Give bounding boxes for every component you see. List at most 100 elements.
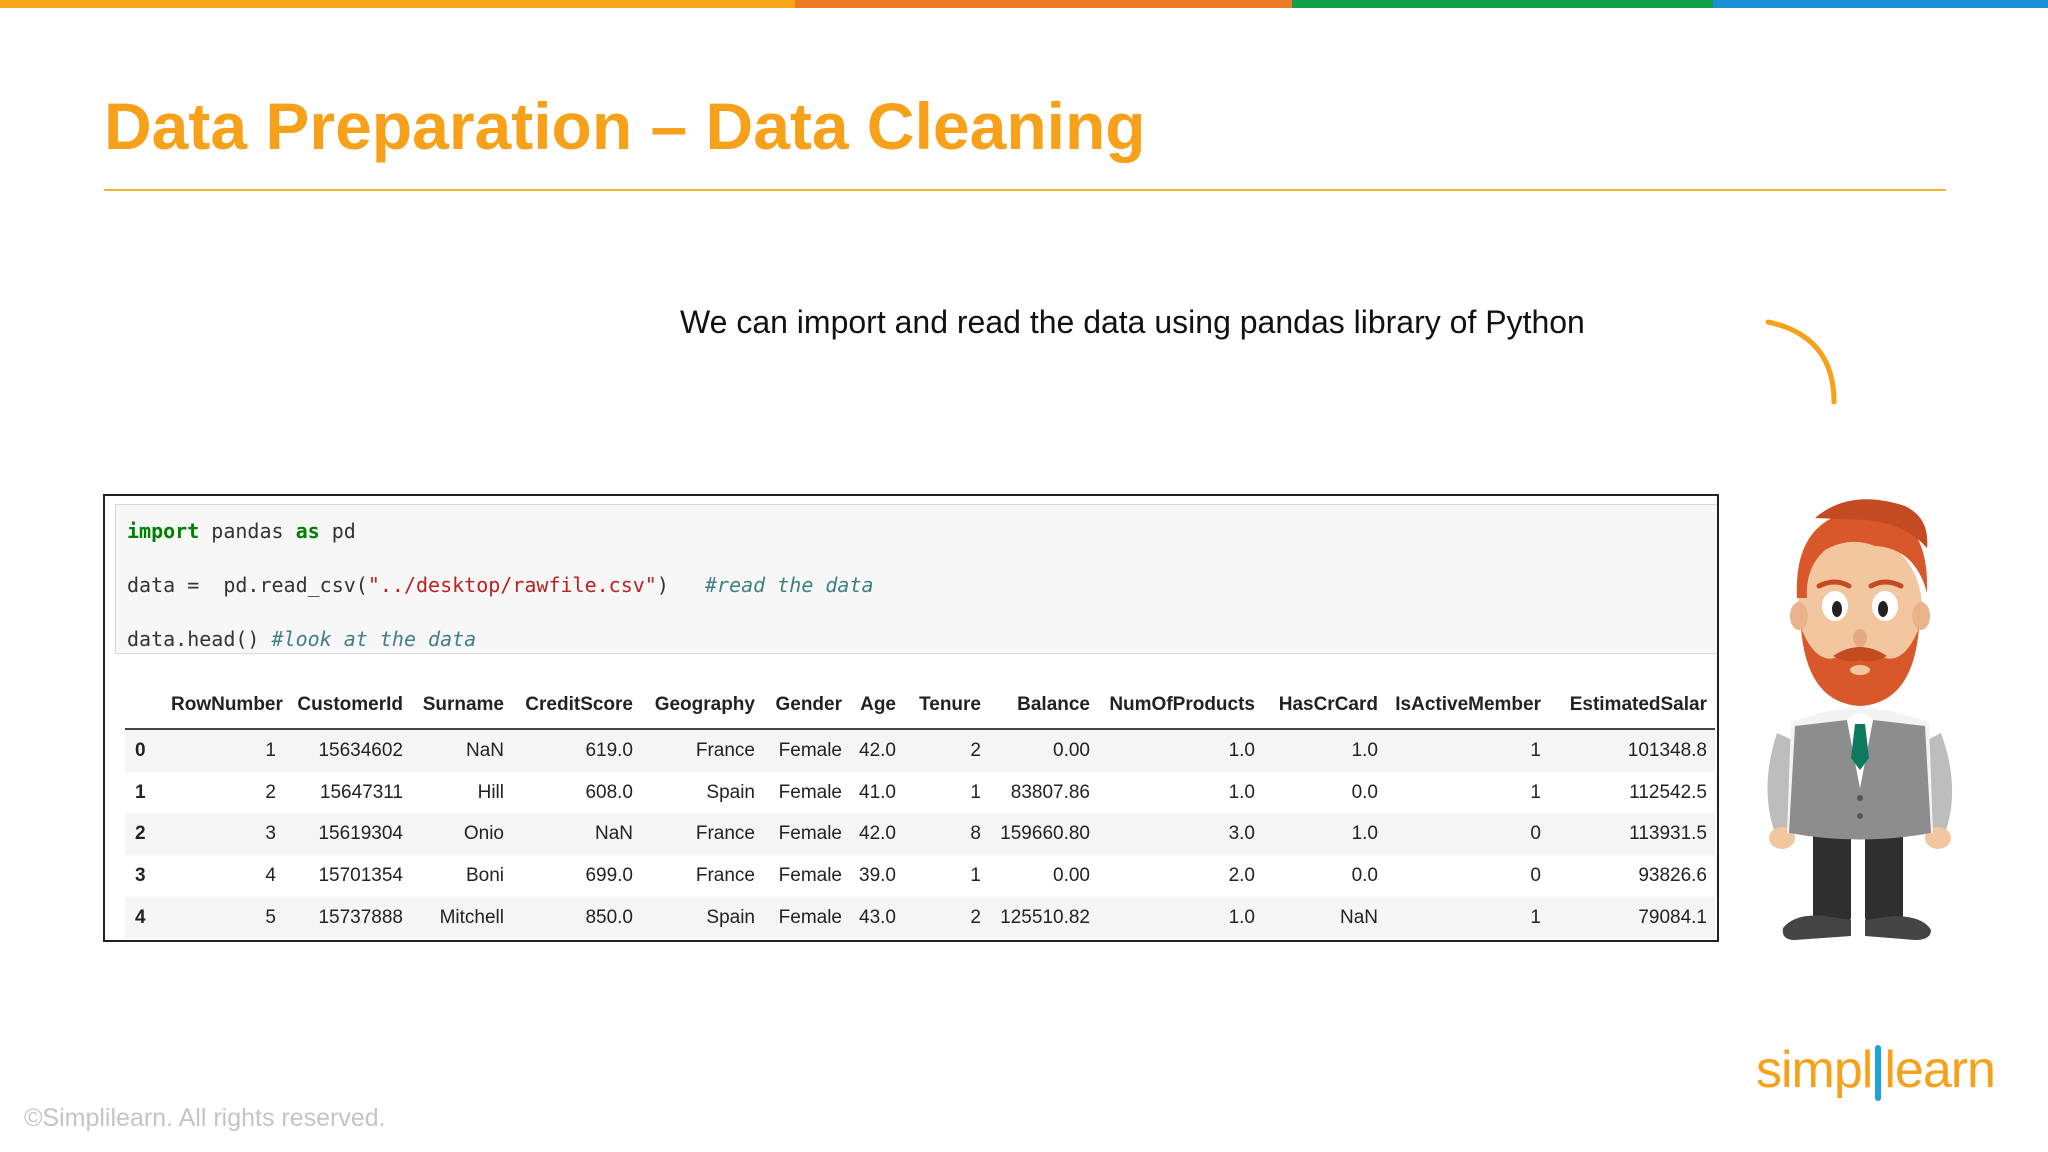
notebook-panel: import pandas as pd data = pd.read_csv("… — [103, 494, 1719, 942]
code-comment: #look at the data — [271, 627, 477, 651]
table-cell: 699.0 — [585, 864, 633, 886]
table-cell: 1.0 — [1228, 781, 1255, 803]
column-header: Surname — [411, 682, 512, 730]
table-cell: 4 — [265, 864, 276, 886]
top-bar-segment-orange — [0, 0, 795, 8]
table-cell: 39.0 — [859, 864, 896, 886]
table-row: 3 4 15701354 Boni 699.0 France Female 39… — [125, 855, 1715, 897]
logo-text-left: simpl — [1756, 1041, 1873, 1099]
column-header: Balance — [989, 682, 1098, 730]
table-cell: NaN — [465, 739, 504, 761]
table-row: 1 2 15647311 Hill 608.0 Spain Female 41.… — [125, 772, 1715, 814]
table-cell: 1 — [1530, 739, 1541, 761]
table-cell: 1 — [970, 781, 981, 803]
code-text: data = pd.read_csv( — [127, 573, 368, 597]
top-color-bar — [0, 0, 2048, 8]
column-header: Geography — [641, 682, 763, 730]
table-row: 4 5 15737888 Mitchell 850.0 Spain Female… — [125, 896, 1715, 939]
code-text: pd — [319, 519, 356, 543]
table-cell: 101348.8 — [1627, 739, 1707, 761]
table-cell: Mitchell — [439, 906, 504, 928]
table-cell: 2 — [265, 781, 276, 803]
table-cell: 1 — [1530, 781, 1541, 803]
table-cell: NaN — [594, 823, 633, 845]
table-cell: 79084.1 — [1638, 906, 1707, 928]
code-text: pandas — [199, 519, 296, 543]
slide-title: Data Preparation – Data Cleaning — [104, 89, 1146, 163]
row-index: 1 — [135, 781, 146, 803]
table-row: 2 3 15619304 Onio NaN France Female 42.0… — [125, 813, 1715, 856]
table-cell: 2.0 — [1228, 864, 1255, 886]
row-index: 0 — [135, 739, 146, 761]
code-keyword-import: import — [127, 519, 200, 543]
code-cell[interactable]: import pandas as pd data = pd.read_csv("… — [115, 504, 1717, 654]
code-comment: #read the data — [704, 573, 874, 597]
table-cell: France — [695, 823, 755, 845]
column-header: Gender — [763, 682, 850, 730]
table-cell: Boni — [465, 864, 504, 886]
cartoon-presenter-illustration — [1767, 499, 1953, 940]
table-cell: 608.0 — [585, 781, 633, 803]
table-cell: 3 — [265, 823, 276, 845]
code-line-read-csv: data = pd.read_csv("../desktop/rawfile.c… — [127, 573, 874, 597]
top-bar-segment-green — [1292, 0, 1713, 8]
top-bar-segment-dark-orange — [795, 0, 1292, 8]
code-keyword-as: as — [295, 519, 320, 543]
copyright-text: ©Simplilearn. All rights reserved. — [24, 1104, 386, 1132]
column-header: EstimatedSalar — [1549, 682, 1715, 730]
table-cell: 3.0 — [1228, 823, 1255, 845]
table-cell: 0.00 — [1053, 739, 1090, 761]
table-cell: Female — [778, 823, 842, 845]
row-index: 4 — [135, 906, 146, 928]
table-cell: 619.0 — [585, 739, 633, 761]
table-cell: Female — [778, 864, 842, 886]
table-cell: 1.0 — [1351, 823, 1378, 845]
column-header: CreditScore — [512, 682, 641, 730]
table-cell: Spain — [706, 781, 755, 803]
table-cell: 2 — [970, 906, 981, 928]
column-header: NumOfProducts — [1098, 682, 1263, 730]
column-header: CustomerId — [284, 682, 411, 730]
logo-text-right: learn — [1884, 1041, 1996, 1099]
table-cell: 0.00 — [1053, 864, 1090, 886]
table-cell: 15634602 — [318, 739, 403, 761]
slide-subtitle: We can import and read the data using pa… — [680, 304, 1585, 340]
top-bar-segment-blue — [1713, 0, 2048, 8]
column-header: IsActiveMember — [1386, 682, 1549, 730]
table-cell: France — [695, 864, 755, 886]
logo-bar — [1875, 1045, 1882, 1101]
code-string: "../desktop/rawfile.csv" — [367, 573, 657, 597]
column-header: RowNumber — [163, 682, 284, 730]
table-cell: 1.0 — [1228, 906, 1255, 928]
table-cell: 42.0 — [859, 739, 896, 761]
table-cell: Female — [778, 739, 842, 761]
table-cell: 15701354 — [318, 864, 403, 886]
table-cell: 15619304 — [318, 823, 403, 845]
table-cell: Spain — [706, 906, 755, 928]
column-header: Age — [850, 682, 904, 730]
table-header-row: RowNumber CustomerId Surname CreditScore… — [125, 682, 1715, 730]
code-text: data.head() — [127, 627, 272, 651]
simplilearn-logo: simpl learn — [1756, 1040, 1996, 1101]
column-header — [125, 682, 163, 730]
table-cell: 0 — [1530, 823, 1541, 845]
column-header: HasCrCard — [1263, 682, 1386, 730]
decorative-arc — [1765, 319, 1837, 405]
code-line-head: data.head() #look at the data — [127, 627, 476, 651]
table-cell: 0.0 — [1351, 781, 1378, 803]
row-index: 3 — [135, 864, 146, 886]
table-cell: 159660.80 — [1000, 823, 1090, 845]
table-cell: 850.0 — [585, 906, 633, 928]
table-cell: Female — [778, 781, 842, 803]
table-cell: 0.0 — [1351, 864, 1378, 886]
title-divider — [104, 189, 1946, 191]
table-cell: 1 — [1530, 906, 1541, 928]
table-cell: France — [695, 739, 755, 761]
table-cell: 125510.82 — [1000, 906, 1090, 928]
table-cell: 1 — [970, 864, 981, 886]
table-cell: 112542.5 — [1629, 781, 1707, 803]
table-cell: 1 — [265, 739, 276, 761]
table-row: 0 1 15634602 NaN 619.0 France Female 42.… — [125, 729, 1715, 772]
table-cell: 93826.6 — [1638, 864, 1707, 886]
table-cell: 0 — [1530, 864, 1541, 886]
